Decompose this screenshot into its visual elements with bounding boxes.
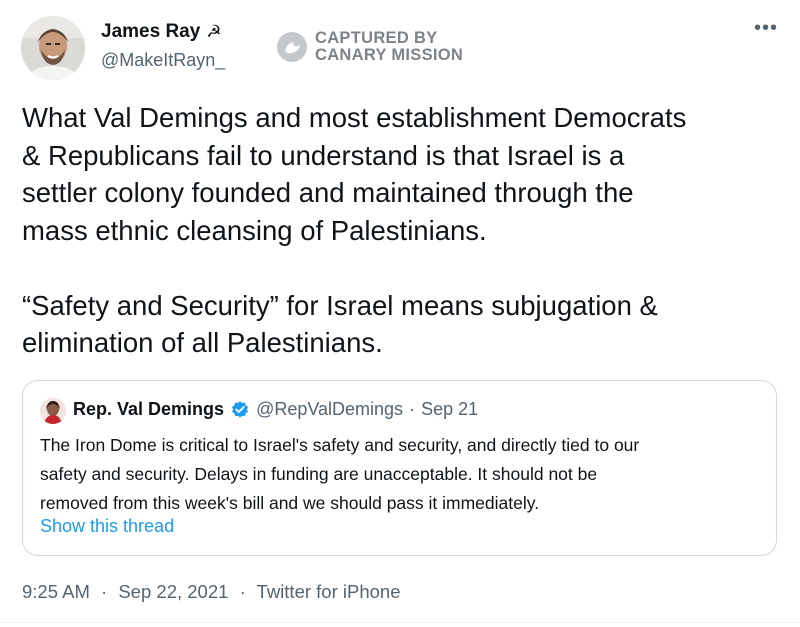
quoted-tweet-line: The Iron Dome is critical to Israel's sa… (40, 435, 640, 455)
quoted-tweet-line: removed from this week's bill and we sho… (40, 493, 540, 513)
tweet-meta: 9:25 AM · Sep 22, 2021 · Twitter for iPh… (22, 581, 401, 603)
tweet-line: & Republicans fail to understand is that… (22, 139, 625, 171)
show-thread-link[interactable]: Show this thread (40, 516, 174, 537)
more-options-icon[interactable]: ••• (752, 18, 780, 42)
quoted-tweet-line: safety and security. Delays in funding a… (40, 464, 598, 484)
quoted-tweet-header: Rep. Val Demings @RepValDemings · Sep 21 (73, 399, 478, 420)
author-name[interactable]: James Ray ☭ (101, 21, 222, 43)
tweet-line: elimination of all Palestinians. (22, 327, 383, 358)
tweet-line: “Safety and Security” for Israel means s… (22, 289, 658, 321)
watermark-text: CAPTURED BY CANARY MISSION (315, 30, 463, 64)
watermark-line-1: CAPTURED BY (315, 29, 438, 47)
quoted-author-handle[interactable]: @RepValDemings (256, 399, 403, 420)
author-handle[interactable]: @MakeItRayn_ (101, 50, 225, 71)
meta-separator: · (101, 581, 108, 602)
tweet-line: What Val Demings and most establishment … (22, 102, 687, 133)
author-avatar[interactable] (21, 16, 85, 80)
watermark: CAPTURED BY CANARY MISSION (277, 30, 463, 64)
hammer-sickle-icon: ☭ (206, 22, 222, 41)
quoted-author-avatar[interactable] (40, 398, 66, 424)
canary-logo-icon (277, 32, 307, 62)
divider (0, 622, 800, 623)
author-name-text: James Ray (101, 21, 201, 42)
quoted-author-avatar-image (40, 398, 66, 424)
verified-badge-icon (230, 400, 250, 420)
quoted-tweet-card[interactable]: Rep. Val Demings @RepValDemings · Sep 21… (22, 380, 777, 556)
tweet-source[interactable]: Twitter for iPhone (257, 581, 401, 602)
tweet-text: What Val Demings and most establishment … (22, 99, 792, 362)
watermark-line-2: CANARY MISSION (315, 46, 464, 64)
meta-separator: · (239, 581, 246, 602)
quoted-tweet-date[interactable]: Sep 21 (421, 399, 478, 420)
quoted-author-name[interactable]: Rep. Val Demings (73, 399, 224, 420)
tweet-line: mass ethnic cleansing of Palestinians. (22, 214, 487, 246)
tweet-line: settler colony founded and maintained th… (22, 177, 634, 208)
author-avatar-image (21, 16, 85, 80)
tweet-date[interactable]: Sep 22, 2021 (118, 581, 228, 602)
tweet-time[interactable]: 9:25 AM (22, 581, 90, 602)
quoted-header-separator: · (409, 399, 416, 419)
quoted-tweet-text: The Iron Dome is critical to Israel's sa… (40, 431, 765, 518)
